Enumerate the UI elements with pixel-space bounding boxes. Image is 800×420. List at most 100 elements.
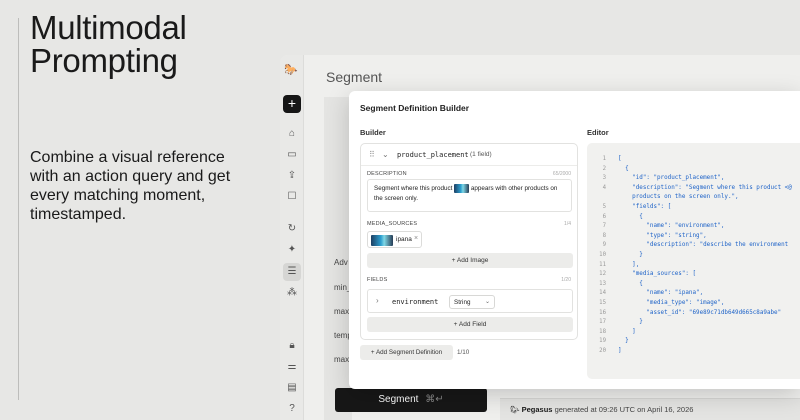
modal-title: Segment Definition Builder <box>360 103 470 113</box>
code-line: "type": "string", <box>618 232 707 239</box>
code-line: } <box>618 252 643 258</box>
line-number: 4 <box>602 184 606 191</box>
line-number: 2 <box>602 165 606 172</box>
home-icon[interactable]: ⌂ <box>286 128 298 140</box>
line-number: 18 <box>599 328 606 335</box>
add-image-button[interactable]: + Add Image <box>367 253 573 268</box>
close-icon[interactable]: × <box>414 235 418 242</box>
code-line: "name": "ipana", <box>618 290 704 297</box>
media-sources-count: 1/4 <box>564 221 571 227</box>
media-chip[interactable]: ipana × <box>367 231 422 248</box>
sliders-icon[interactable]: ⚌ <box>286 361 298 373</box>
drag-handle-icon[interactable]: ⠿ <box>369 150 375 159</box>
segment-definition-modal: Segment Definition Builder Builder Edito… <box>349 91 800 389</box>
line-gutter: 1 2 3 4 5 6 7 8 9 10 11 12 13 14 15 16 17 18 19 20 <box>587 143 607 379</box>
pegasus-icon: 🐎︎ <box>510 405 520 414</box>
code-line: { <box>618 280 643 287</box>
segment-field-count: (1 field) <box>470 151 492 158</box>
upload-icon[interactable]: ⇪ <box>286 170 298 182</box>
generated-text: generated at 09:26 UTC on April 16, 2026 <box>554 405 694 414</box>
line-number: 3 <box>602 175 606 182</box>
line-number: 15 <box>599 300 606 306</box>
generated-brand: Pegasus <box>521 405 553 414</box>
field-name: environment <box>392 298 439 306</box>
field-type-value: String <box>454 299 471 306</box>
builder-label: Builder <box>360 128 386 137</box>
line-number: 20 <box>599 348 606 354</box>
new-button[interactable]: + <box>283 95 301 113</box>
chevron-down-icon: ⌄ <box>484 299 490 305</box>
nodes-icon[interactable]: ⁂ <box>286 287 298 299</box>
chevron-down-icon[interactable]: ⌄ <box>382 150 389 159</box>
code-line: } <box>618 338 629 345</box>
line-number: 17 <box>599 319 606 326</box>
code-line: [ <box>618 156 622 162</box>
fields-label: FIELDS <box>367 277 388 283</box>
help-icon[interactable]: ? <box>286 403 298 415</box>
code-line: "media_sources": [ <box>618 271 697 278</box>
code-line: "id": "product_placement", <box>618 175 725 182</box>
fields-count: 1/20 <box>561 277 571 283</box>
segment-card: ⠿ ⌄ product_placement (1 field) DESCRIPT… <box>360 143 578 340</box>
segment-button-label: Segment <box>378 394 419 405</box>
line-number: 19 <box>599 338 606 345</box>
add-field-button[interactable]: + Add Field <box>367 317 573 332</box>
description-label: DESCRIPTION <box>367 171 407 177</box>
sparkle-icon[interactable]: ✦ <box>286 244 298 256</box>
code-line: "media_type": "image", <box>618 300 725 306</box>
line-number: 5 <box>602 204 606 210</box>
code-line: ], <box>618 261 640 268</box>
media-sources-label: MEDIA_SOURCES <box>367 221 418 227</box>
pagination-count: 1/10 <box>457 349 470 356</box>
hero-description: Combine a visual reference with an actio… <box>30 149 231 223</box>
media-thumbnail <box>371 235 393 246</box>
description-count: 65/2000 <box>552 171 571 177</box>
line-number: 9 <box>602 242 606 249</box>
segment-button[interactable]: Segment ⌘↵ <box>335 388 487 412</box>
segment-nav-icon[interactable]: ☰ <box>283 263 301 281</box>
description-input[interactable]: Segment where this product appears with … <box>367 179 572 212</box>
advanced-label: Adv <box>334 258 348 267</box>
shortcut-hint: ⌘↵ <box>425 394 444 405</box>
line-number: 7 <box>602 223 606 230</box>
code-line: ] <box>618 348 622 354</box>
line-number: 1 <box>602 156 606 162</box>
code-line: "description": "describe the environment <box>618 242 789 249</box>
refresh-icon[interactable]: ↻ <box>286 223 298 235</box>
divider-line <box>18 18 19 400</box>
media-chip-label: ipana <box>396 236 412 243</box>
code-line: { <box>618 165 629 172</box>
code-line: "description": "Segment where this produ… <box>618 184 792 191</box>
line-number: 16 <box>599 309 606 316</box>
product-thumbnail-inline <box>454 184 470 193</box>
line-number: 14 <box>599 290 606 297</box>
field-row[interactable]: › environment String ⌄ <box>367 289 573 313</box>
logo-icon: 🐎 <box>284 64 298 76</box>
chevron-right-icon[interactable]: › <box>376 296 379 305</box>
code-line: ] <box>618 328 636 335</box>
add-segment-definition-button[interactable]: + Add Segment Definition <box>360 345 453 360</box>
line-number: 13 <box>599 280 606 287</box>
line-number: 6 <box>602 213 606 220</box>
line-number: 12 <box>599 271 606 278</box>
hero-title: Multimodal Prompting <box>30 9 187 79</box>
segment-name: product_placement <box>397 151 469 159</box>
field-type-select[interactable]: String ⌄ <box>449 295 495 309</box>
code-line: "fields": [ <box>618 204 672 210</box>
lock-icon[interactable]: 🔒︎ <box>286 340 298 352</box>
code-line: products on the screen only.", <box>618 194 739 201</box>
segment-header[interactable]: ⠿ ⌄ product_placement (1 field) <box>361 144 577 166</box>
docs-icon[interactable]: ▤ <box>286 382 298 394</box>
description-text-before: Segment where this product <box>374 185 453 193</box>
code-line: } <box>618 319 643 326</box>
line-number: 10 <box>599 252 606 258</box>
left-rail: 🐎 + ⌂ ▭ ⇪ ☐ ↻ ✦ ☰ ⁂ 🔒︎ ⚌ ▤ ? <box>280 55 304 420</box>
code-line: "asset_id": "69e89c71db649d665c8a9abe" <box>618 309 782 316</box>
code-line: "name": "environment", <box>618 223 725 230</box>
library-icon[interactable]: ☐ <box>286 191 298 203</box>
folder-icon[interactable]: ▭ <box>286 149 298 161</box>
code-line: { <box>618 213 643 220</box>
json-editor[interactable]: 1 2 3 4 5 6 7 8 9 10 11 12 13 14 15 16 17 18 19 20 [ { "id"… <box>587 143 800 379</box>
line-number: 8 <box>602 232 606 239</box>
line-number: 11 <box>599 261 606 268</box>
